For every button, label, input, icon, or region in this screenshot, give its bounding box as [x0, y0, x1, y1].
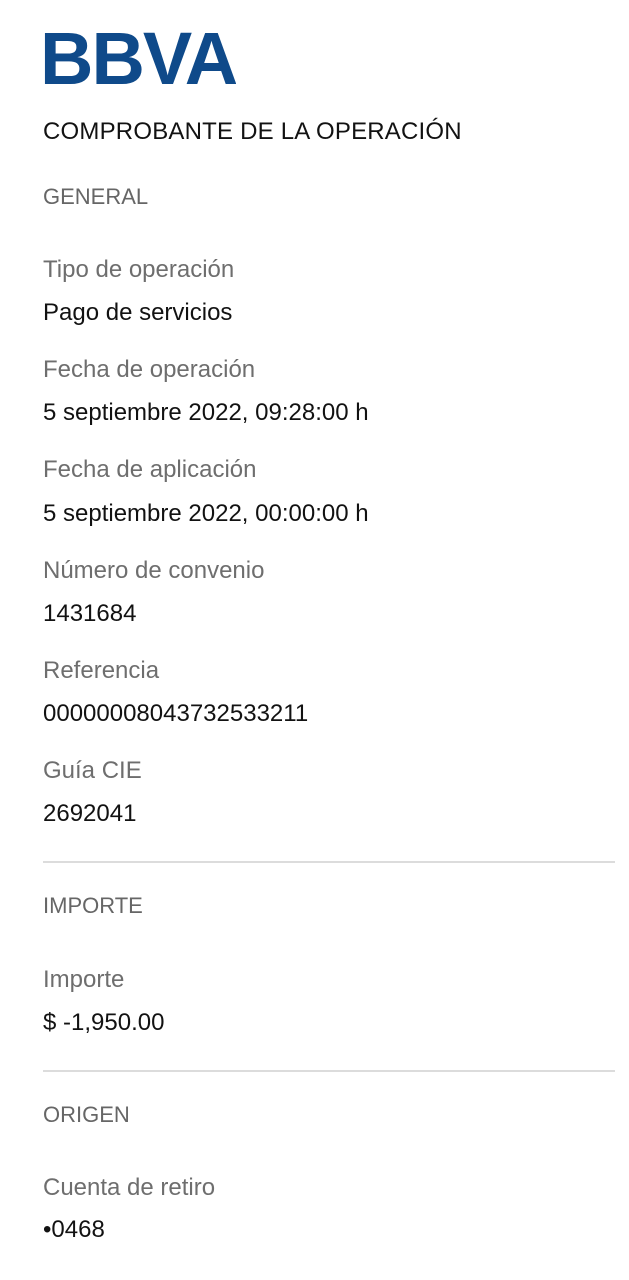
- amount-value: $ -1,950.00: [43, 1009, 165, 1036]
- field-label: Fecha de operación: [43, 356, 256, 383]
- field-label: Tipo de operación: [43, 256, 235, 283]
- divider: [43, 1070, 615, 1072]
- field-value: Pago de servicios: [43, 299, 233, 326]
- field-value: 2692041: [43, 800, 137, 827]
- field-label: Referencia: [43, 657, 160, 684]
- field-value: 5 septiembre 2022, 00:00:00 h: [43, 500, 369, 527]
- bbva-logo: BBVA: [42, 28, 236, 86]
- field-label: Número de convenio: [43, 557, 265, 584]
- field-value: 1431684: [43, 600, 137, 627]
- field-label: Fecha de aplicación: [43, 456, 257, 483]
- field-value: 00000008043732533211: [43, 700, 309, 727]
- page-title: COMPROBANTE DE LA OPERACIÓN: [43, 118, 462, 145]
- section-title-importe: IMPORTE: [43, 893, 143, 918]
- receipt-page: BBVA COMPROBANTE DE LA OPERACIÓN GENERAL…: [0, 0, 629, 1280]
- field-label: Cuenta de retiro: [43, 1174, 216, 1201]
- field-value: 5 septiembre 2022, 09:28:00 h: [43, 399, 369, 426]
- section-title-origen: ORIGEN: [43, 1102, 130, 1127]
- field-label: Guía CIE: [43, 757, 142, 784]
- account-value: •0468: [43, 1216, 105, 1243]
- svg-text:BBVA: BBVA: [42, 28, 236, 86]
- section-title-general: GENERAL: [43, 184, 149, 209]
- field-label: Importe: [43, 966, 125, 993]
- divider: [43, 861, 615, 863]
